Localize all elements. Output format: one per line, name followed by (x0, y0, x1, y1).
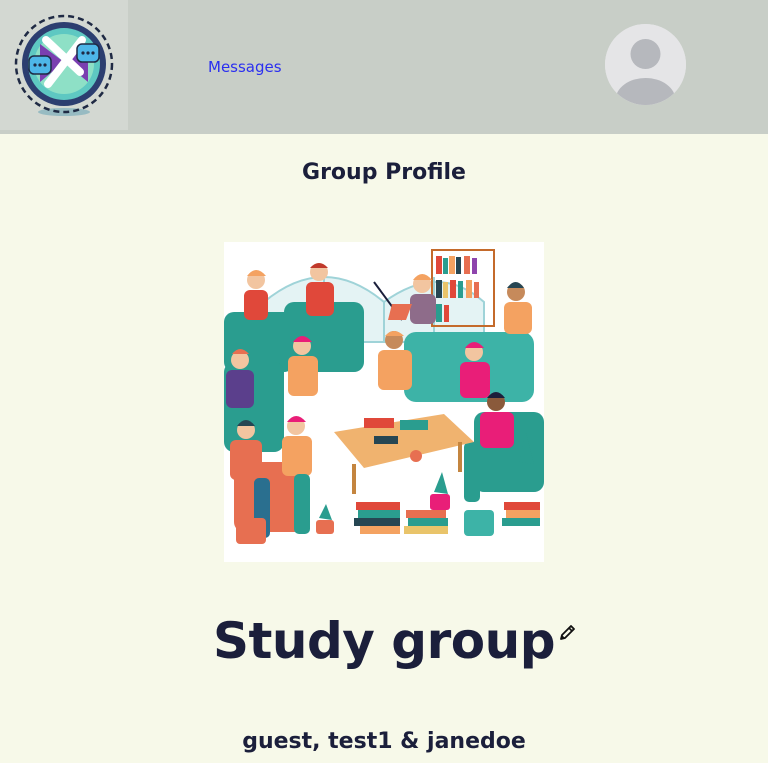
edit-group-name-button[interactable] (558, 622, 578, 642)
top-bar: Messages (0, 0, 768, 134)
group-illustration-image (224, 242, 544, 562)
page-title: Group Profile (302, 160, 466, 185)
group-profile-image (224, 242, 544, 562)
app-logo[interactable] (0, 0, 128, 130)
group-name: Study group (213, 612, 556, 670)
group-members: guest, test1 & janedoe (242, 729, 526, 754)
chat-exchange-logo-icon (14, 14, 114, 116)
nav-messages-link[interactable]: Messages (208, 58, 282, 76)
pencil-icon (560, 625, 575, 640)
user-avatar-icon (605, 24, 686, 105)
avatar[interactable] (605, 24, 686, 105)
